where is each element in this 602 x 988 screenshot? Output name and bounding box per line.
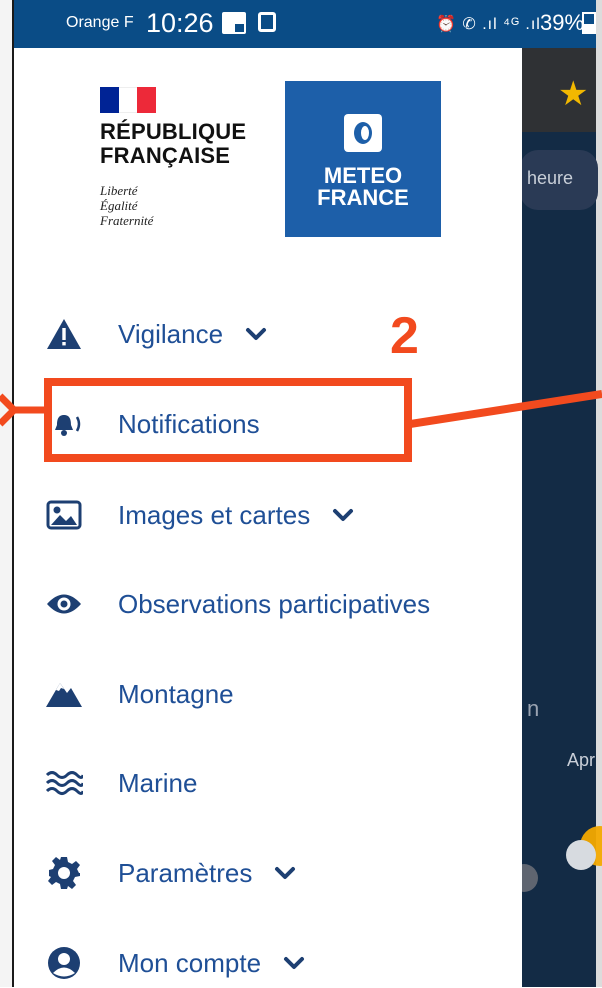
carrier-name: Orange F <box>66 14 134 31</box>
menu-item-marine[interactable]: Marine <box>44 758 197 808</box>
menu-label-observations-participatives: Observations participatives <box>118 588 431 619</box>
cloud-icon <box>566 840 596 870</box>
background-fragment: n <box>527 696 540 721</box>
menu-label-mon-compte: Mon compte <box>118 947 262 978</box>
meteo-france-emblem-icon <box>344 114 382 152</box>
user-icon <box>44 943 84 983</box>
status-bar: Orange F 10:26 ⏰ ✆ .ıl ⁴ᴳ .ıl 39% <box>14 0 596 48</box>
menu-label-images-et-cartes: Images et cartes <box>118 499 311 530</box>
chevron-down-icon[interactable] <box>332 504 354 526</box>
waves-icon <box>44 763 84 803</box>
warning-triangle-icon <box>44 314 84 354</box>
menu-item-observations-participatives[interactable]: Observations participatives <box>44 579 430 629</box>
republique-motto: Liberté Égalité Fraternité <box>100 183 153 228</box>
eye-icon <box>44 584 84 624</box>
gear-icon <box>44 853 84 893</box>
favorite-star-icon[interactable]: ★ <box>558 74 588 114</box>
meteo-france-line2: FRANCE <box>317 185 409 210</box>
republique-title-line1: RÉPUBLIQUE <box>100 119 247 144</box>
gallery-notification-icon <box>222 12 246 34</box>
motto-fraternite: Fraternité <box>100 213 154 228</box>
chevron-down-icon[interactable] <box>245 323 267 345</box>
status-time: 10:26 <box>146 8 214 38</box>
menu-label-montagne: Montagne <box>118 678 234 709</box>
background-pill-text: heure <box>527 168 574 188</box>
meteo-france-wordmark: METEO FRANCE <box>285 165 441 209</box>
annotation-arrow-icon <box>0 393 44 427</box>
battery-percent: 39% <box>540 10 585 35</box>
menu-label-parametres: Paramètres <box>118 857 253 888</box>
motto-liberte: Liberté <box>100 183 138 198</box>
republique-title: RÉPUBLIQUE FRANÇAISE <box>100 120 246 168</box>
signal-icons: ⏰ ✆ .ıl ⁴ᴳ .ıl <box>436 16 541 33</box>
menu-item-montagne[interactable]: Montagne <box>44 669 234 719</box>
menu-item-parametres[interactable]: Paramètres <box>44 848 296 898</box>
republique-title-line2: FRANÇAISE <box>100 143 231 168</box>
annotation-highlight-box <box>44 378 412 462</box>
annotation-step-number: 2 <box>390 307 419 365</box>
motto-egalite: Égalité <box>100 198 138 213</box>
image-icon <box>44 495 84 535</box>
menu-label-vigilance: Vigilance <box>118 318 224 349</box>
french-flag-icon <box>100 87 157 113</box>
meteo-france-line1: METEO <box>323 163 403 188</box>
annotation-pointer-line <box>410 390 602 428</box>
background-fragment-apr: Apr <box>567 750 596 770</box>
chevron-down-icon[interactable] <box>274 862 296 884</box>
mountain-icon <box>44 674 84 714</box>
menu-item-mon-compte[interactable]: Mon compte <box>44 938 305 988</box>
battery-icon <box>582 12 596 34</box>
menu-item-images-et-cartes[interactable]: Images et cartes <box>44 490 354 540</box>
meteo-france-logo: METEO FRANCE <box>285 81 441 237</box>
menu-item-vigilance[interactable]: Vigilance <box>44 309 267 359</box>
app-notification-icon <box>258 12 276 32</box>
menu-label-marine: Marine <box>118 767 198 798</box>
chevron-down-icon[interactable] <box>283 952 305 974</box>
republique-francaise-logo: RÉPUBLIQUE FRANÇAISE Liberté Égalité Fra… <box>86 87 246 237</box>
screen-frame-left <box>0 0 14 987</box>
